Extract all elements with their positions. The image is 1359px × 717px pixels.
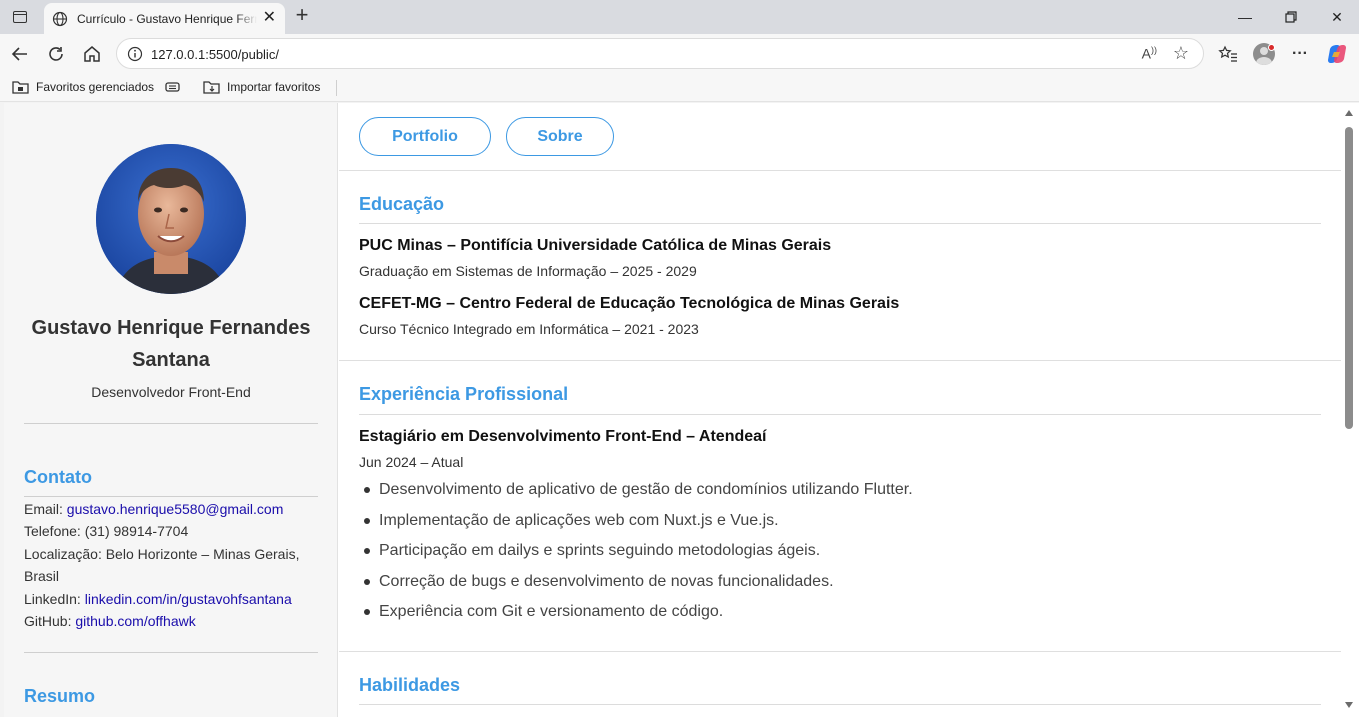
page-viewport: Gustavo Henrique Fernandes Santana Desen… bbox=[4, 103, 1341, 717]
import-favorites-item[interactable]: Importar favoritos bbox=[203, 80, 320, 94]
experience-period: Jun 2024 – Atual bbox=[359, 454, 464, 470]
import-icon bbox=[203, 81, 220, 94]
education-item-title: CEFET-MG – Centro Federal de Educação Te… bbox=[359, 295, 900, 312]
sidebar-divider bbox=[24, 423, 318, 424]
experience-job-title: Estagiário em Desenvolvimento Front-End … bbox=[359, 428, 767, 445]
section-separator bbox=[339, 360, 1341, 361]
close-window-icon[interactable]: ✕ bbox=[1314, 6, 1359, 28]
list-item: Experiência com Git e versionamento de c… bbox=[359, 602, 1299, 633]
address-bar[interactable]: 127.0.0.1:5500/public/ A)) ☆ bbox=[116, 38, 1204, 69]
section-separator bbox=[339, 170, 1341, 171]
close-tab-icon[interactable]: ✕ bbox=[263, 10, 276, 26]
email-label: Email: bbox=[24, 501, 63, 517]
summary-heading: Resumo bbox=[24, 686, 96, 706]
github-label: GitHub: bbox=[24, 613, 72, 630]
favorite-star-icon[interactable]: ☆ bbox=[1173, 43, 1189, 64]
location-label: Localização: bbox=[24, 545, 102, 562]
tab-title: Currículo - Gustavo Henrique Fernandes S… bbox=[77, 11, 257, 26]
contact-heading: Contato bbox=[24, 467, 92, 487]
list-item: Participação em dailys e sprints seguind… bbox=[359, 541, 1299, 572]
import-favorites-label: Importar favoritos bbox=[227, 80, 321, 94]
experience-heading-rule bbox=[359, 414, 1321, 415]
reload-icon[interactable] bbox=[44, 42, 68, 66]
github-link[interactable]: github.com/offhawk bbox=[75, 613, 195, 629]
education-item-detail: Graduação em Sistemas de Informação – 20… bbox=[359, 263, 697, 279]
favorites-managed-label: Favoritos gerenciados bbox=[36, 80, 155, 94]
collections-icon[interactable] bbox=[164, 80, 188, 94]
favorites-separator bbox=[336, 80, 337, 96]
tab-bar: Currículo - Gustavo Henrique Fernandes S… bbox=[0, 0, 1359, 34]
globe-icon bbox=[52, 11, 68, 26]
email-link[interactable]: gustavo.henrique5580@gmail.com bbox=[67, 501, 284, 517]
main-content: Portfolio Sobre Educação PUC Minas – Pon… bbox=[339, 103, 1341, 717]
skills-heading-rule bbox=[359, 704, 1321, 705]
contact-email-row: Email: gustavo.henrique5580@gmail.com bbox=[24, 498, 318, 520]
page-scrollbar[interactable] bbox=[1341, 103, 1359, 717]
scroll-down-icon[interactable] bbox=[1345, 702, 1353, 708]
profile-sidebar: Gustavo Henrique Fernandes Santana Desen… bbox=[4, 103, 338, 717]
contact-phone-row: Telefone: (31) 98914-7704 bbox=[24, 520, 318, 542]
scroll-up-icon[interactable] bbox=[1345, 110, 1353, 116]
scrollbar-thumb[interactable] bbox=[1345, 127, 1353, 429]
education-heading-rule bbox=[359, 223, 1321, 224]
sidebar-toggle-icon[interactable] bbox=[8, 6, 32, 28]
list-item: Implementação de aplicações web com Nuxt… bbox=[359, 511, 1299, 542]
profile-name: Gustavo Henrique Fernandes Santana bbox=[31, 317, 311, 371]
minimize-icon[interactable]: — bbox=[1222, 6, 1268, 28]
experience-bullets: Desenvolvimento de aplicativo de gestão … bbox=[359, 480, 1299, 633]
contact-linkedin-row: LinkedIn: linkedin.com/in/gustavohfsanta… bbox=[24, 588, 318, 610]
folder-icon bbox=[12, 81, 29, 94]
skills-heading: Habilidades bbox=[359, 675, 461, 695]
favorites-managed-item[interactable]: Favoritos gerenciados bbox=[12, 80, 154, 94]
education-item-title: PUC Minas – Pontifícia Universidade Cató… bbox=[359, 237, 832, 254]
profile-icon[interactable] bbox=[1251, 42, 1277, 66]
linkedin-label: LinkedIn: bbox=[24, 590, 81, 607]
more-menu-icon[interactable]: ··· bbox=[1287, 42, 1313, 66]
favorites-icon[interactable] bbox=[1215, 42, 1241, 66]
profile-role: Desenvolvedor Front-End bbox=[91, 384, 251, 400]
phone-label: Telefone: bbox=[24, 523, 81, 540]
info-icon[interactable] bbox=[127, 46, 143, 62]
favorites-bar: Favoritos gerenciados Importar favoritos bbox=[0, 74, 1359, 102]
about-button[interactable]: Sobre bbox=[506, 117, 614, 156]
url-text[interactable]: 127.0.0.1:5500/public/ bbox=[151, 47, 279, 62]
experience-heading: Experiência Profissional bbox=[359, 384, 569, 404]
contact-info: Email: gustavo.henrique5580@gmail.com Te… bbox=[24, 498, 318, 632]
back-icon[interactable] bbox=[8, 42, 32, 66]
portfolio-button[interactable]: Portfolio bbox=[359, 117, 491, 156]
phone-value: (31) 98914-7704 bbox=[84, 523, 189, 540]
browser-toolbar: 127.0.0.1:5500/public/ A)) ☆ ··· bbox=[0, 34, 1359, 74]
contact-location-row: Localização: Belo Horizonte – Minas Gera… bbox=[24, 543, 318, 588]
contact-heading-rule bbox=[24, 496, 318, 497]
copilot-icon[interactable] bbox=[1324, 42, 1350, 66]
read-aloud-icon[interactable]: A)) bbox=[1142, 45, 1157, 62]
list-item: Desenvolvimento de aplicativo de gestão … bbox=[359, 480, 1299, 511]
new-tab-icon[interactable]: + bbox=[291, 4, 313, 28]
education-item-detail: Curso Técnico Integrado em Informática –… bbox=[359, 321, 699, 337]
profile-photo bbox=[96, 144, 246, 294]
home-icon[interactable] bbox=[80, 42, 104, 66]
list-item: Correção de bugs e desenvolvimento de no… bbox=[359, 572, 1299, 603]
linkedin-link[interactable]: linkedin.com/in/gustavohfsantana bbox=[85, 591, 292, 607]
active-tab[interactable]: Currículo - Gustavo Henrique Fernandes S… bbox=[44, 3, 285, 34]
contact-github-row: GitHub: github.com/offhawk bbox=[24, 610, 318, 632]
restore-icon[interactable] bbox=[1268, 6, 1314, 28]
education-heading: Educação bbox=[359, 194, 445, 214]
sidebar-divider bbox=[24, 652, 318, 653]
section-separator bbox=[339, 651, 1341, 652]
